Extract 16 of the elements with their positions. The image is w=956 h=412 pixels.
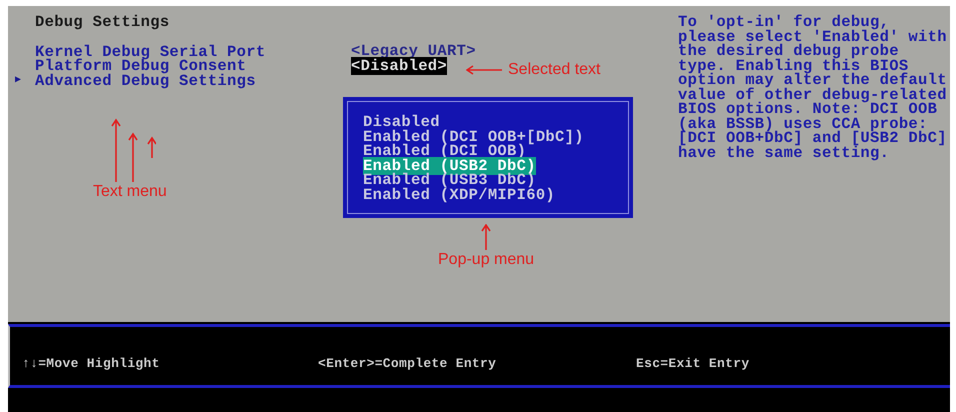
- popup-option[interactable]: Disabled: [363, 113, 440, 131]
- key-hint: <Enter>=Complete Entry: [318, 356, 498, 371]
- pointer-icon: ▶: [15, 74, 22, 86]
- left-arrow-icon: [466, 65, 502, 75]
- annotation-label: Selected text: [508, 60, 600, 80]
- setting-value[interactable]: <Disabled>: [351, 56, 448, 74]
- up-arrow-icon: [481, 224, 492, 250]
- page-title: Debug Settings: [34, 15, 170, 30]
- annotation-label: Text menu: [93, 182, 167, 202]
- help-text: To 'opt-in' for debug, please select 'Enabled' with the desired debug probe type. Enabling this BIOS option may alter the default value of other debug-related BIOS options. Note: DCI OOB (aka BSSB) uses CCA probe: [DCI OOB+DbC] and [USB2 DbC] have the same setting.: [678, 15, 948, 160]
- key-hint: Esc=Exit Entry: [636, 356, 750, 371]
- annotation-label: Pop-up menu: [438, 250, 534, 270]
- menu-item[interactable]: Advanced Debug Settings: [35, 74, 256, 88]
- key-hint: ↑↓=Move Highlight: [22, 356, 161, 371]
- menu-item[interactable]: Kernel Debug Serial Port: [35, 44, 266, 59]
- menu-item[interactable]: Platform Debug Consent: [35, 59, 246, 74]
